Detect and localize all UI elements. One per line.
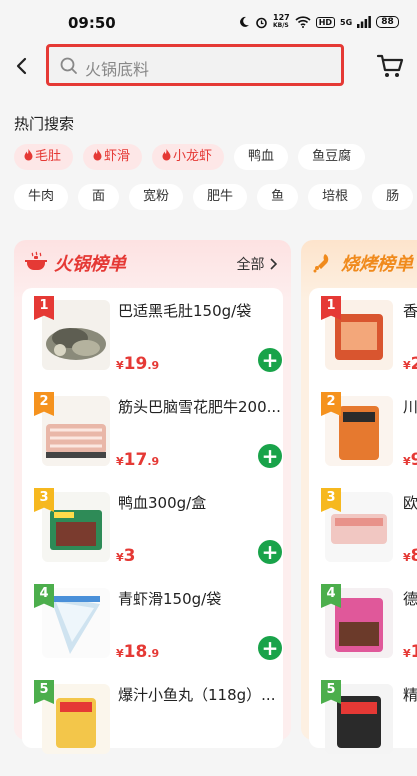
list-item[interactable]: 4 德式 ¥19	[309, 584, 417, 680]
battery-indicator: 88	[376, 16, 399, 28]
search-chip[interactable]: 鱼豆腐	[298, 144, 366, 170]
product-name: 鸭血300g/盒	[118, 494, 207, 512]
product-name: 巴适黑毛肚150g/袋	[118, 302, 252, 320]
add-to-cart-button[interactable]: +	[258, 636, 282, 660]
product-name: 精制	[403, 686, 417, 704]
product-price: ¥20	[403, 354, 417, 374]
product-price: ¥19	[403, 642, 417, 662]
list-item[interactable]: 5 精制	[309, 680, 417, 776]
bbq-list: 1 香烤 ¥20 2 川香 ¥9. 3 欧式 ¥8. 4 德式 ¥19 5 精制	[309, 288, 417, 754]
search-chip[interactable]: 面	[78, 184, 120, 210]
hotpot-ranking-title: 火锅榜单	[54, 254, 126, 275]
bbq-ranking-title: 烧烤榜单	[341, 254, 413, 275]
search-input[interactable]: 火锅底料	[46, 44, 344, 86]
hot-search-row-1: 毛肚 虾滑 小龙虾 鸭血 鱼豆腐	[14, 144, 366, 170]
view-all-link[interactable]: 全部	[236, 254, 278, 274]
product-name: 德式	[403, 590, 417, 608]
net-speed-value: 127	[273, 13, 290, 22]
product-price: ¥17.9	[116, 450, 160, 470]
search-chip[interactable]: 宽粉	[129, 184, 184, 210]
chevron-right-icon	[270, 258, 278, 270]
moon-icon	[240, 16, 249, 27]
hotpot-ranking-panel: 火锅榜单 全部 1 巴适黑毛肚150g/袋 ¥19.9 + 2 筋头巴脑雪花肥牛…	[14, 240, 291, 754]
list-item[interactable]: 5 爆汁小鱼丸（118g）...	[22, 680, 282, 776]
hot-chip-1[interactable]: 毛肚	[14, 144, 74, 170]
product-price: ¥3	[116, 546, 136, 566]
signal-icon	[357, 16, 372, 28]
list-item[interactable]: 4 青虾滑150g/袋 ¥18.9 +	[22, 584, 282, 680]
list-item[interactable]: 3 欧式 ¥8.	[309, 488, 417, 584]
hot-search-title: 热门搜索	[14, 115, 75, 133]
hot-search-row-2: 牛肉 面 宽粉 肥牛 鱼 培根 肠	[14, 184, 414, 210]
hot-chip-label: 小龙虾	[173, 149, 213, 164]
flame-icon	[93, 149, 102, 161]
hot-chip-label: 毛肚	[35, 149, 62, 164]
list-item[interactable]: 1 香烤 ¥20	[309, 296, 417, 392]
product-name: 青虾滑150g/袋	[118, 590, 222, 608]
cart-icon[interactable]	[375, 52, 405, 80]
search-chip[interactable]: 牛肉	[14, 184, 69, 210]
wifi-icon	[295, 16, 311, 28]
net-speed-unit: KB/S	[273, 22, 289, 29]
bbq-ranking-panel: 烧烤榜单 1 香烤 ¥20 2 川香 ¥9. 3 欧式 ¥8. 4 德式 ¥19	[301, 240, 417, 754]
product-name: 爆汁小鱼丸（118g）...	[118, 686, 276, 704]
back-arrow-icon[interactable]	[10, 54, 34, 78]
add-to-cart-button[interactable]: +	[258, 540, 282, 564]
product-price: ¥18.9	[116, 642, 160, 662]
hot-chip-2[interactable]: 虾滑	[83, 144, 143, 170]
chicken-icon	[313, 254, 329, 273]
flame-icon	[162, 149, 171, 161]
search-chip[interactable]: 肠	[372, 184, 414, 210]
product-name: 川香	[403, 398, 417, 416]
flame-icon	[24, 149, 33, 161]
search-chip[interactable]: 鱼	[257, 184, 299, 210]
hd-badge: HD	[315, 16, 336, 28]
add-to-cart-button[interactable]: +	[258, 348, 282, 372]
status-time: 09:50	[68, 14, 116, 32]
product-name: 欧式	[403, 494, 417, 512]
list-item[interactable]: 2 川香 ¥9.	[309, 392, 417, 488]
product-price: ¥8.	[403, 546, 417, 566]
product-name: 香烤	[403, 302, 417, 320]
product-name: 筋头巴脑雪花肥牛200...	[118, 398, 281, 416]
product-price: ¥9.	[403, 450, 417, 470]
list-item[interactable]: 1 巴适黑毛肚150g/袋 ¥19.9 +	[22, 296, 282, 392]
list-item[interactable]: 3 鸭血300g/盒 ¥3 +	[22, 488, 282, 584]
product-price: ¥19.9	[116, 354, 160, 374]
list-item[interactable]: 2 筋头巴脑雪花肥牛200... ¥17.9 +	[22, 392, 282, 488]
hot-chip-3[interactable]: 小龙虾	[152, 144, 225, 170]
search-placeholder: 火锅底料	[85, 60, 150, 79]
search-chip[interactable]: 鸭血	[234, 144, 289, 170]
view-all-label: 全部	[236, 257, 265, 273]
signal-label: 5G	[340, 17, 353, 27]
search-chip[interactable]: 肥牛	[193, 184, 248, 210]
search-chip[interactable]: 培根	[308, 184, 363, 210]
hot-chip-label: 虾滑	[104, 149, 131, 164]
header: 火锅底料	[0, 36, 417, 94]
add-to-cart-button[interactable]: +	[258, 444, 282, 468]
hotpot-icon	[25, 251, 47, 270]
status-icons: 127 KB/S HD 5G 88	[238, 14, 399, 30]
hotpot-list: 1 巴适黑毛肚150g/袋 ¥19.9 + 2 筋头巴脑雪花肥牛200... ¥…	[22, 288, 283, 754]
net-speed: 127 KB/S	[273, 14, 290, 30]
alarm-icon	[256, 17, 267, 28]
search-icon	[60, 57, 77, 74]
status-bar: 09:50 127 KB/S HD 5G 88	[0, 0, 417, 40]
